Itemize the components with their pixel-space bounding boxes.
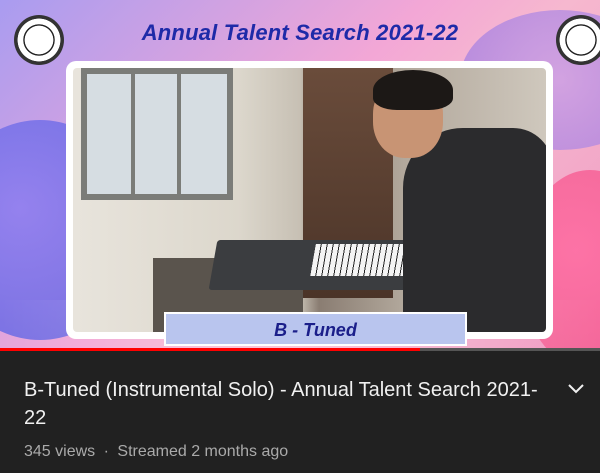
video-meta: 345 views · Streamed 2 months ago (24, 443, 288, 461)
person-illustration (403, 128, 546, 332)
video-player[interactable]: Annual Talent Search 2021-22 B - Tuned (0, 0, 600, 351)
view-count: 345 views (24, 443, 96, 460)
stream-date: Streamed 2 months ago (117, 443, 289, 460)
banner-title: Annual Talent Search 2021-22 (141, 20, 459, 45)
video-card: Annual Talent Search 2021-22 B - Tuned B… (0, 0, 600, 473)
caption-box: B - Tuned (164, 312, 467, 346)
video-title[interactable]: B-Tuned (Instrumental Solo) - Annual Tal… (24, 376, 554, 432)
meta-separator: · (103, 443, 109, 460)
chevron-down-icon[interactable] (563, 376, 589, 402)
person-hair-illustration (373, 70, 453, 110)
video-frame (66, 61, 553, 339)
caption-text: B - Tuned (274, 320, 357, 340)
video-info: B-Tuned (Instrumental Solo) - Annual Tal… (0, 351, 600, 473)
keys-illustration (310, 244, 416, 276)
video-scene (73, 68, 546, 332)
window-illustration (81, 68, 233, 200)
